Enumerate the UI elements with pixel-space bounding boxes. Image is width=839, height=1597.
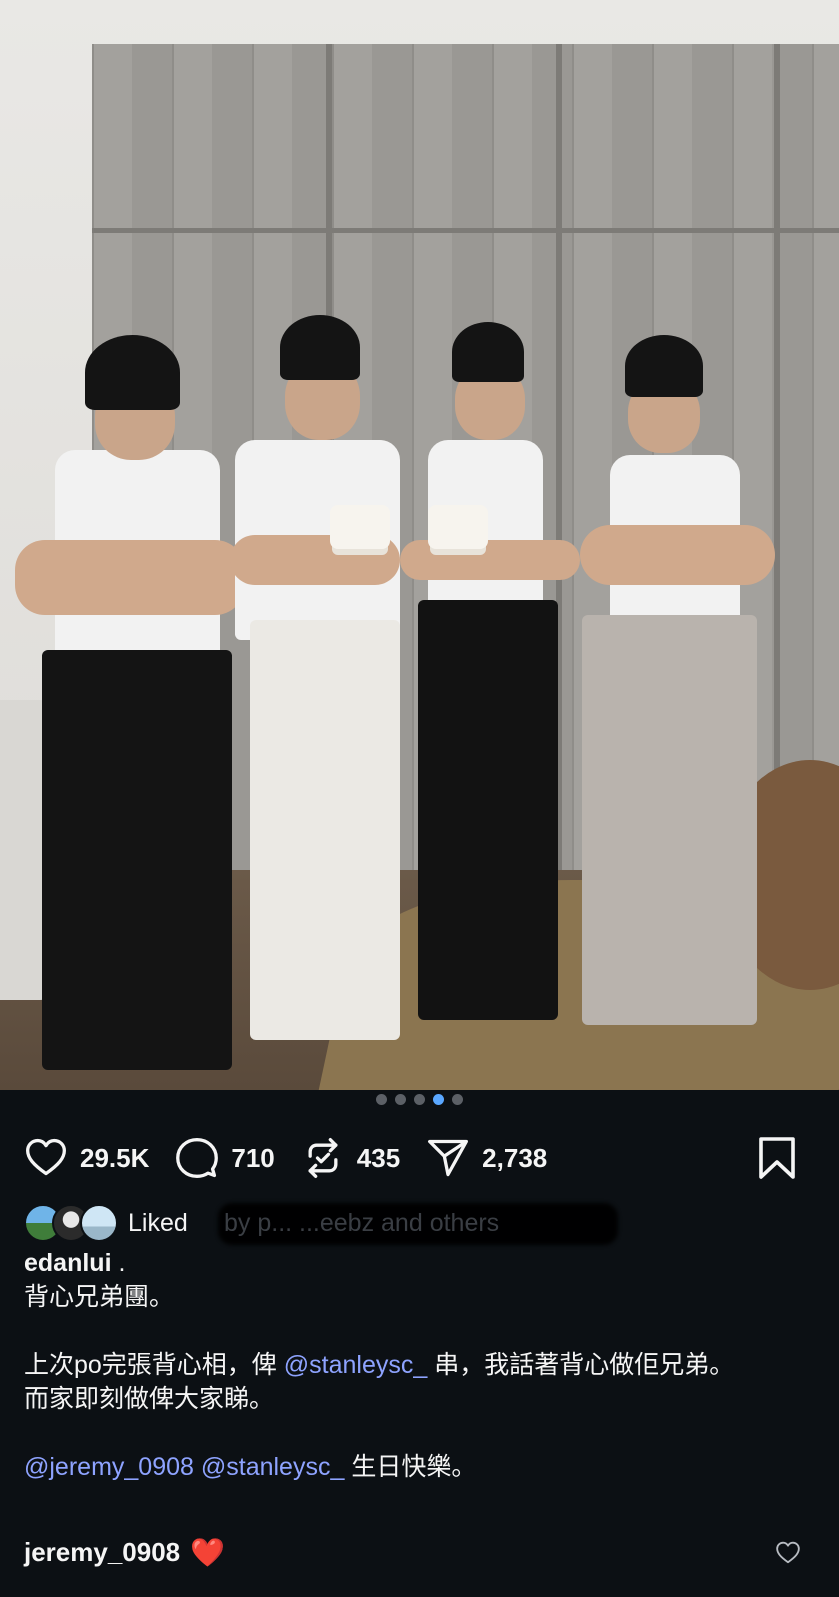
top-comment[interactable]: jeremy_0908 ❤️ xyxy=(24,1532,815,1572)
comment-like-icon[interactable] xyxy=(775,1540,801,1566)
comment-icon[interactable] xyxy=(175,1136,219,1180)
caption-line-4: 而家即刻做俾大家睇。 xyxy=(24,1385,275,1413)
caption-username[interactable]: edanlui xyxy=(24,1249,112,1277)
repost-action[interactable]: 435 xyxy=(301,1136,400,1180)
mention-link[interactable]: @stanleysc_ xyxy=(284,1351,428,1379)
carousel-dot[interactable] xyxy=(414,1094,425,1105)
caption-text: 生日快樂。 xyxy=(344,1453,477,1481)
mention-link[interactable]: @stanleysc_ xyxy=(201,1453,345,1481)
bookmark-icon[interactable] xyxy=(757,1136,797,1180)
comment-username[interactable]: jeremy_0908 xyxy=(24,1537,180,1568)
liked-by-hidden: by p... ...eebz and others xyxy=(224,1209,500,1237)
liked-by-label: Liked xyxy=(128,1208,188,1237)
action-bar: 29.5K 710 435 2,738 xyxy=(24,1136,815,1180)
liked-by-row[interactable]: Liked by p... ...eebz and others xyxy=(24,1203,618,1245)
post-photo[interactable] xyxy=(0,0,839,1090)
caption-text: 串，我話著背心做佢兄弟。 xyxy=(427,1351,735,1379)
comment-action[interactable]: 710 xyxy=(175,1136,275,1180)
carousel-indicator xyxy=(0,1094,839,1105)
heart-icon[interactable] xyxy=(24,1136,68,1180)
carousel-dot[interactable] xyxy=(376,1094,387,1105)
caption-text: 上次po完張背心相，俾 xyxy=(24,1351,284,1379)
liker-avatars xyxy=(24,1204,118,1242)
repost-icon[interactable] xyxy=(301,1136,345,1180)
caption-line-1: 背心兄弟團。 xyxy=(24,1283,175,1311)
heart-emoji: ❤️ xyxy=(190,1536,226,1568)
carousel-dot[interactable] xyxy=(395,1094,406,1105)
share-count: 2,738 xyxy=(482,1142,548,1173)
carousel-dot-active[interactable] xyxy=(433,1094,444,1105)
birthday-cake xyxy=(428,505,488,549)
repost-count: 435 xyxy=(356,1142,401,1173)
caption-username-suffix: . xyxy=(111,1249,126,1277)
like-action[interactable]: 29.5K xyxy=(24,1136,149,1180)
send-icon[interactable] xyxy=(426,1136,470,1180)
birthday-cake xyxy=(330,505,390,549)
avatar xyxy=(80,1204,118,1242)
comment-count: 710 xyxy=(231,1142,275,1173)
carousel-dot[interactable] xyxy=(452,1094,463,1105)
post-caption: edanlui . 背心兄弟團。 上次po完張背心相，俾 @stanleysc_… xyxy=(24,1246,799,1484)
like-count: 29.5K xyxy=(80,1142,150,1173)
share-action[interactable]: 2,738 xyxy=(426,1136,547,1180)
mention-link[interactable]: @jeremy_0908 xyxy=(24,1453,194,1481)
